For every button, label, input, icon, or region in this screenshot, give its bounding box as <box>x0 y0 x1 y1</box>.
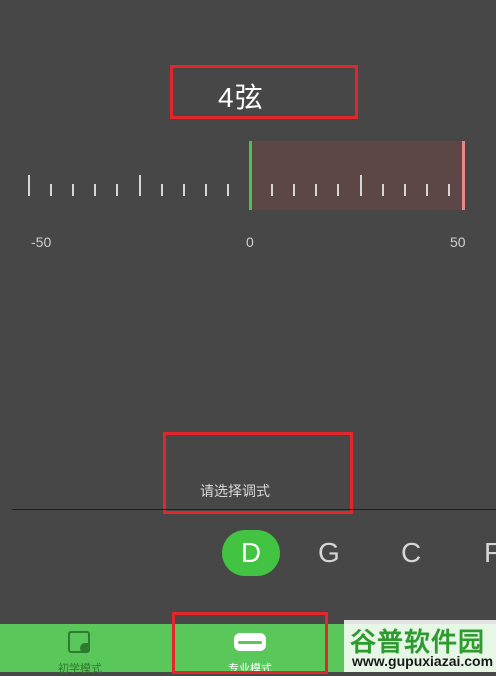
minor-tick <box>204 184 207 196</box>
minor-tick <box>293 184 296 196</box>
tab-beginner-label: 初学模式 <box>58 663 102 675</box>
highlight-box-tab <box>172 612 328 674</box>
tab-beginner-mode[interactable]: 初学模式 <box>0 624 160 675</box>
highlight-box-prompt <box>163 432 353 514</box>
minor-tick <box>425 184 428 196</box>
minor-tick <box>116 184 119 196</box>
watermark-url: www.gupuxiazai.com <box>352 653 494 669</box>
tuning-range-band <box>250 141 464 210</box>
minor-tick <box>226 184 229 196</box>
max-indicator-line <box>462 141 465 210</box>
major-tick <box>28 175 30 196</box>
tuner-scale: -50 0 50 <box>0 0 496 260</box>
minor-tick <box>337 184 340 196</box>
minor-tick <box>160 184 163 196</box>
zero-indicator-line <box>249 141 252 210</box>
minor-tick <box>447 184 450 196</box>
major-tick <box>359 175 362 196</box>
minor-tick <box>381 184 384 196</box>
minor-tick <box>94 184 97 196</box>
minor-tick <box>271 184 274 196</box>
minor-tick <box>403 184 406 196</box>
minor-tick <box>50 184 53 196</box>
tuning-options: D G C F <box>0 530 496 576</box>
major-tick <box>138 175 141 196</box>
site-watermark: 谷普软件园 www.gupuxiazai.com <box>344 620 496 672</box>
minor-tick <box>72 184 75 196</box>
leaf-note-icon <box>68 631 90 653</box>
minor-tick <box>182 184 185 196</box>
divider <box>12 509 496 510</box>
scale-label-min: -50 <box>31 234 52 250</box>
tuning-option-d[interactable]: D <box>222 530 280 576</box>
minor-tick <box>315 184 318 196</box>
tuning-option-c[interactable]: C <box>401 537 421 569</box>
scale-label-zero: 0 <box>246 234 254 250</box>
tuning-option-g[interactable]: G <box>318 537 340 569</box>
tuning-option-f[interactable]: F <box>484 537 496 569</box>
scale-label-max: 50 <box>450 234 466 250</box>
